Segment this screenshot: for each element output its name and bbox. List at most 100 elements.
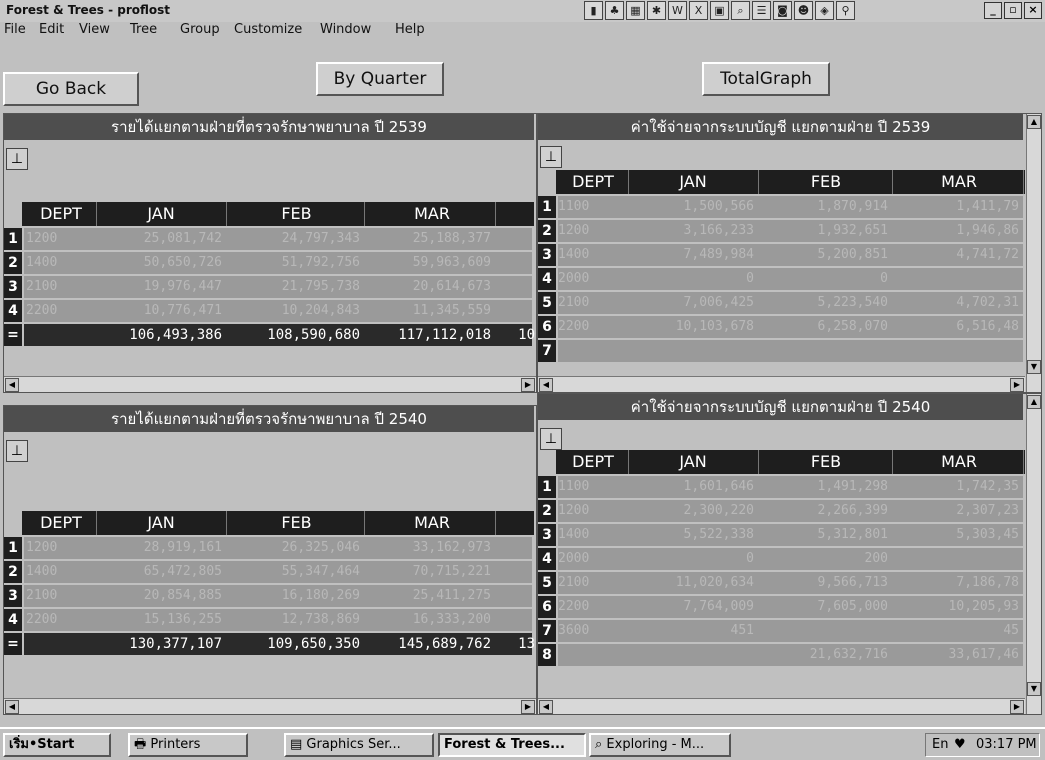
vertical-scrollbar[interactable]: ▲ ▼ [1026, 394, 1041, 714]
table-cell[interactable]: 1100 [558, 196, 624, 218]
table-cell[interactable]: 5,312,801 [760, 524, 888, 546]
table-cell[interactable]: 145,689,762 [369, 633, 491, 655]
table-row[interactable]: 6 2200 7,764,009 7,605,000 10,205,93 [538, 596, 1025, 618]
column-header-feb[interactable]: FEB [229, 511, 365, 535]
pin-icon[interactable]: ⊥ [6, 440, 28, 462]
maximize-button[interactable]: ▫ [1004, 2, 1022, 19]
table-row[interactable]: 7 3600 451 45 [538, 620, 1025, 642]
table-cell[interactable]: 1200 [26, 228, 92, 250]
table-cell[interactable]: 7,489,984 [628, 244, 754, 266]
column-header-jan[interactable]: JAN [628, 450, 759, 474]
table-cell[interactable]: 117,112,018 [369, 324, 491, 346]
table-cell[interactable]: 4,702,31 [895, 292, 1019, 314]
tile-icon[interactable]: ▮ [584, 1, 603, 20]
table-cell[interactable]: 51,792,756 [229, 252, 360, 274]
table-cell[interactable]: 1200 [558, 220, 624, 242]
column-header-feb[interactable]: FEB [760, 450, 893, 474]
table-cell[interactable]: 2200 [26, 300, 92, 322]
report-icon[interactable]: ☰ [752, 1, 771, 20]
table-cell[interactable]: 1,411,79 [895, 196, 1019, 218]
table-cell[interactable] [760, 340, 888, 362]
close-button[interactable]: × [1024, 2, 1042, 19]
table-cell[interactable] [628, 644, 754, 666]
vertical-scrollbar[interactable]: ▲ ▼ [1026, 114, 1041, 392]
table-cell[interactable]: 108,590,680 [229, 324, 360, 346]
table-cell[interactable]: 45 [895, 620, 1019, 642]
by-quarter-button[interactable]: By Quarter [316, 62, 444, 96]
table-cell[interactable]: 59,963,609 [369, 252, 491, 274]
word-icon[interactable]: W [668, 1, 687, 20]
column-header-feb[interactable]: FEB [229, 202, 365, 226]
table-row[interactable]: 3 1400 5,522,338 5,312,801 5,303,45 [538, 524, 1025, 546]
table-cell[interactable]: 1,946,86 [895, 220, 1019, 242]
table-cell[interactable]: 451 [628, 620, 754, 642]
table-row[interactable]: 7 [538, 340, 1025, 362]
tag-icon[interactable]: ◈ [815, 1, 834, 20]
table-row[interactable]: 4 2000 0 200 [538, 548, 1025, 570]
view-icon[interactable]: ◙ [773, 1, 792, 20]
menu-customize[interactable]: Customize [234, 22, 302, 37]
scroll-left-arrow[interactable]: ◀ [539, 700, 553, 714]
table-cell[interactable]: 65,472,805 [96, 561, 222, 583]
table-cell[interactable] [895, 548, 1019, 570]
menu-help[interactable]: Help [395, 22, 425, 37]
table-row[interactable]: 1 1200 28,919,161 26,325,046 33,162,973 [4, 537, 534, 559]
total-row[interactable]: = 130,377,107 109,650,350 145,689,762 13 [4, 633, 535, 655]
table-row[interactable]: 3 1400 7,489,984 5,200,851 4,741,72 [538, 244, 1025, 266]
language-indicator[interactable]: En [932, 734, 948, 756]
table-cell[interactable]: 130,377,107 [96, 633, 222, 655]
table-cell[interactable]: 10,103,678 [628, 316, 754, 338]
table-cell[interactable] [895, 268, 1019, 290]
search-icon[interactable]: ⚲ [836, 1, 855, 20]
total-row[interactable]: = 106,493,386 108,590,680 117,112,018 10 [4, 324, 535, 346]
table-cell[interactable]: 1,932,651 [760, 220, 888, 242]
table-row[interactable]: 2 1400 65,472,805 55,347,464 70,715,221 [4, 561, 534, 583]
table-cell[interactable]: 5,200,851 [760, 244, 888, 266]
minimize-button[interactable]: _ [984, 2, 1002, 19]
table-cell[interactable]: 16,180,269 [229, 585, 360, 607]
table-row[interactable]: 5 2100 11,020,634 9,566,713 7,186,78 [538, 572, 1025, 594]
table-cell[interactable]: 2000 [558, 548, 624, 570]
data-panel-1[interactable]: รายได้แยกตามฝ่ายที่ตรวจรักษาพยาบาล ปี 25… [3, 113, 537, 393]
horizontal-scrollbar[interactable]: ◀ ▶ [538, 698, 1025, 714]
pin-icon[interactable]: ⊥ [540, 428, 562, 450]
horizontal-scrollbar[interactable]: ◀ ▶ [4, 698, 536, 714]
scroll-left-arrow[interactable]: ◀ [539, 378, 553, 392]
scroll-down-arrow[interactable]: ▼ [1027, 682, 1041, 696]
table-cell[interactable]: 6,258,070 [760, 316, 888, 338]
table-cell[interactable]: 16,333,200 [369, 609, 491, 631]
column-header-dept[interactable]: DEPT [26, 511, 97, 535]
table-cell[interactable]: 4,741,72 [895, 244, 1019, 266]
table-cell[interactable]: 1,742,35 [895, 476, 1019, 498]
table-cell[interactable]: 1200 [26, 537, 92, 559]
scroll-up-arrow[interactable]: ▲ [1027, 395, 1041, 409]
pin-icon[interactable]: ⊥ [6, 148, 28, 170]
menu-window[interactable]: Window [320, 22, 371, 37]
table-row[interactable]: 3 2100 19,976,447 21,795,738 20,614,673 [4, 276, 534, 298]
table-row[interactable]: 4 2000 0 0 [538, 268, 1025, 290]
menu-edit[interactable]: Edit [39, 22, 64, 37]
table-cell[interactable]: 10,776,471 [96, 300, 222, 322]
table-cell[interactable]: 25,188,377 [369, 228, 491, 250]
horizontal-scrollbar[interactable]: ◀ ▶ [4, 376, 536, 392]
horizontal-scrollbar[interactable]: ◀ ▶ [538, 376, 1025, 392]
table-cell[interactable]: 50,650,726 [96, 252, 222, 274]
table-row[interactable]: 1 1100 1,500,566 1,870,914 1,411,79 [538, 196, 1025, 218]
map-icon[interactable]: ✱ [647, 1, 666, 20]
table-cell[interactable]: 2000 [558, 268, 624, 290]
table-cell[interactable]: 21,632,716 [760, 644, 888, 666]
taskbar-graphics[interactable]: ▤ Graphics Ser... [284, 733, 434, 757]
table-row[interactable]: 2 1200 3,166,233 1,932,651 1,946,86 [538, 220, 1025, 242]
table-cell[interactable] [895, 340, 1019, 362]
pin-icon[interactable]: ⊥ [540, 146, 562, 168]
data-panel-2[interactable]: ค่าใช้จ่ายจากระบบบัญชี แยกตามฝ่าย ปี 253… [537, 113, 1042, 393]
table-cell[interactable]: 33,617,46 [895, 644, 1019, 666]
table-cell[interactable]: 9,566,713 [760, 572, 888, 594]
start-button[interactable]: เริ่ม•Start [3, 733, 111, 757]
table-cell[interactable]: 55,347,464 [229, 561, 360, 583]
column-header-dept[interactable]: DEPT [558, 450, 629, 474]
table-cell[interactable]: 2200 [558, 596, 624, 618]
taskbar-exploring[interactable]: ⌕ Exploring - M... [589, 733, 731, 757]
table-cell[interactable]: 2,300,220 [628, 500, 754, 522]
table-cell[interactable]: 106,493,386 [96, 324, 222, 346]
